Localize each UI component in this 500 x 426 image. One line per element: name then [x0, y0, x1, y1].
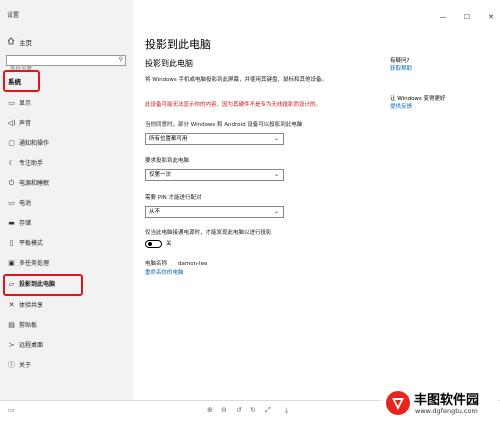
close-button[interactable]: ✕	[486, 12, 496, 22]
questions-title: 有疑问?	[390, 58, 410, 64]
maximize-button[interactable]: ☐	[462, 12, 472, 22]
sidebar-item-power-sleep[interactable]: ⏻ 电源和睡眠	[7, 176, 49, 190]
sidebar-item-storage[interactable]: ▬ 存储	[7, 216, 31, 230]
toggle-knob	[148, 242, 152, 246]
chevron-down-icon: ⌄	[273, 135, 279, 142]
sidebar-item-display[interactable]: ▭ 显示	[7, 96, 31, 110]
improve-windows-title: 让 Windows 变得更好	[390, 96, 446, 102]
thumbnail-icon[interactable]: ▭	[8, 406, 15, 414]
settings-window: 设置 — ☐ ✕ 主页 ⚲ 系统 ▭显示 ◁)声音 ▢通知和操作 ☾专注助手 ⏻…	[0, 0, 500, 400]
storage-icon: ▬	[8, 219, 15, 227]
rotate-right-icon[interactable]: ↻	[250, 406, 256, 414]
moon-icon: ☾	[8, 159, 15, 167]
get-help-link[interactable]: 获取帮助	[390, 65, 412, 73]
setting4-label: 仅当此电脑接通电源时，才能发现此电脑以进行投影	[145, 230, 272, 236]
setting1-label: 当你同意时，部分 Windows 和 Android 设备可以投影到此电脑	[145, 122, 303, 128]
sidebar-item-shared-experiences[interactable]: ✕ 体验共享	[7, 298, 43, 312]
ask-to-project-dropdown[interactable]: 仅第一次 ⌄	[145, 169, 284, 181]
section-subtitle: 投影到此电脑	[145, 59, 193, 68]
home-icon	[7, 37, 16, 47]
sidebar-item-notifications[interactable]: ▢ 通知和操作	[7, 136, 49, 150]
remote-desktop-icon: ≻	[8, 341, 15, 349]
watermark-title: 丰图软件园	[414, 393, 480, 408]
availability-dropdown[interactable]: 所有位置都可用 ⌄	[145, 133, 284, 145]
setting3-label: 需要 PIN 才能进行配对	[145, 195, 202, 201]
warning-text: 此设备可能无法显示你的内容，因为其硬件不是专为无线投影而设计的。	[145, 102, 322, 108]
chevron-down-icon: ⌄	[273, 208, 279, 215]
power-icon: ⏻	[8, 179, 15, 187]
display-icon: ▭	[8, 99, 15, 107]
notifications-icon: ▢	[8, 139, 15, 147]
sidebar-item-sound[interactable]: ◁) 声音	[7, 116, 31, 130]
home-nav[interactable]: 主页	[7, 37, 32, 47]
sidebar-item-multitasking[interactable]: ▣ 多任务处理	[7, 256, 49, 270]
power-discovery-toggle[interactable]	[145, 240, 162, 248]
pc-name-value: damon-lee	[178, 261, 208, 267]
sound-icon: ◁)	[7, 119, 16, 127]
zoom-out-icon[interactable]: ⊖	[221, 406, 227, 414]
sidebar-item-clipboard[interactable]: ▤ 剪贴板	[7, 318, 37, 332]
sidebar-item-tablet-mode[interactable]: ▯ 平板模式	[7, 236, 43, 250]
minimize-button[interactable]: —	[438, 12, 448, 22]
sidebar-item-remote-desktop[interactable]: ≻ 远程桌面	[7, 338, 43, 352]
tablet-icon: ▯	[9, 239, 14, 247]
multitask-icon: ▣	[8, 259, 15, 267]
highlight-box-section	[3, 70, 40, 92]
zoom-in-icon[interactable]: ⊕	[207, 406, 213, 414]
fullscreen-icon[interactable]: ⤢	[265, 406, 271, 415]
toggle-state-label: 关	[166, 241, 172, 247]
share-icon: ✕	[8, 301, 15, 309]
title-bar: 设置 — ☐ ✕	[0, 0, 500, 30]
search-box[interactable]: ⚲	[6, 55, 126, 75]
give-feedback-link[interactable]: 提供反馈	[390, 103, 412, 111]
app-title: 设置	[7, 12, 20, 19]
brand-logo-icon	[386, 391, 410, 415]
rotate-left-icon[interactable]: ↺	[236, 406, 242, 414]
chevron-down-icon: ⌄	[273, 171, 279, 178]
setting2-label: 要求投影到此电脑	[145, 158, 190, 164]
watermark-url: www.dgfengtu.com	[415, 407, 478, 415]
home-label: 主页	[19, 39, 32, 47]
rename-pc-link[interactable]: 重命名你的电脑	[145, 269, 365, 277]
download-icon[interactable]: ⤓	[285, 406, 288, 415]
sidebar-item-focus-assist[interactable]: ☾ 专注助手	[7, 156, 43, 170]
highlight-box-project	[3, 274, 83, 296]
search-icon: ⚲	[118, 56, 123, 63]
description-text: 将 Windows 手机或电脑投影到此屏幕，并使用其键盘、鼠标和其他设备。	[145, 77, 328, 83]
sidebar-item-about[interactable]: ⓘ 关于	[7, 358, 31, 372]
pin-pairing-dropdown[interactable]: 从不 ⌄	[145, 206, 284, 218]
sidebar-item-battery[interactable]: ▭ 电池	[7, 196, 31, 210]
clipboard-icon: ▤	[8, 321, 15, 329]
page-title: 投影到此电脑	[145, 38, 211, 51]
info-icon: ⓘ	[8, 361, 15, 369]
battery-icon: ▭	[8, 199, 15, 207]
